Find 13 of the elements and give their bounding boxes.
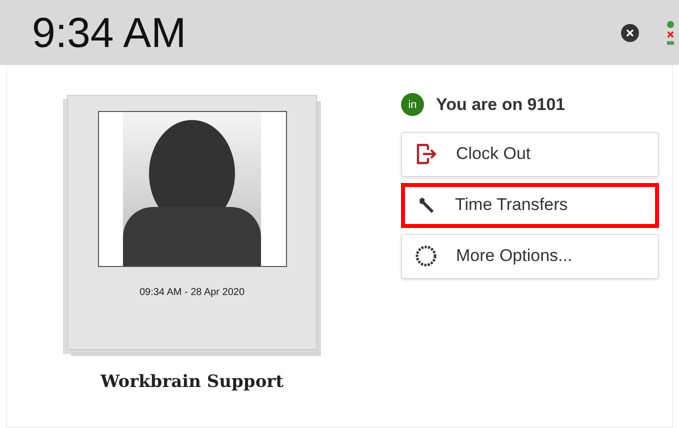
gear-icon — [414, 244, 438, 268]
option-button[interactable]: Clock Out — [401, 132, 659, 176]
status-badge: in — [401, 93, 424, 116]
cross-icon — [667, 30, 674, 38]
close-button[interactable] — [621, 24, 639, 42]
employee-name: Workbrain Support — [100, 371, 284, 394]
clock-time: 9:34 AM — [32, 12, 186, 54]
status-text: You are on 9101 — [436, 94, 566, 116]
exit-arrow-icon — [414, 142, 438, 166]
photo-caption: 09:34 AM - 28 Apr 2020 — [139, 286, 245, 300]
option-button[interactable]: Time Transfers — [401, 182, 659, 228]
option-button[interactable]: More Options... — [401, 234, 659, 278]
close-icon — [626, 28, 634, 36]
